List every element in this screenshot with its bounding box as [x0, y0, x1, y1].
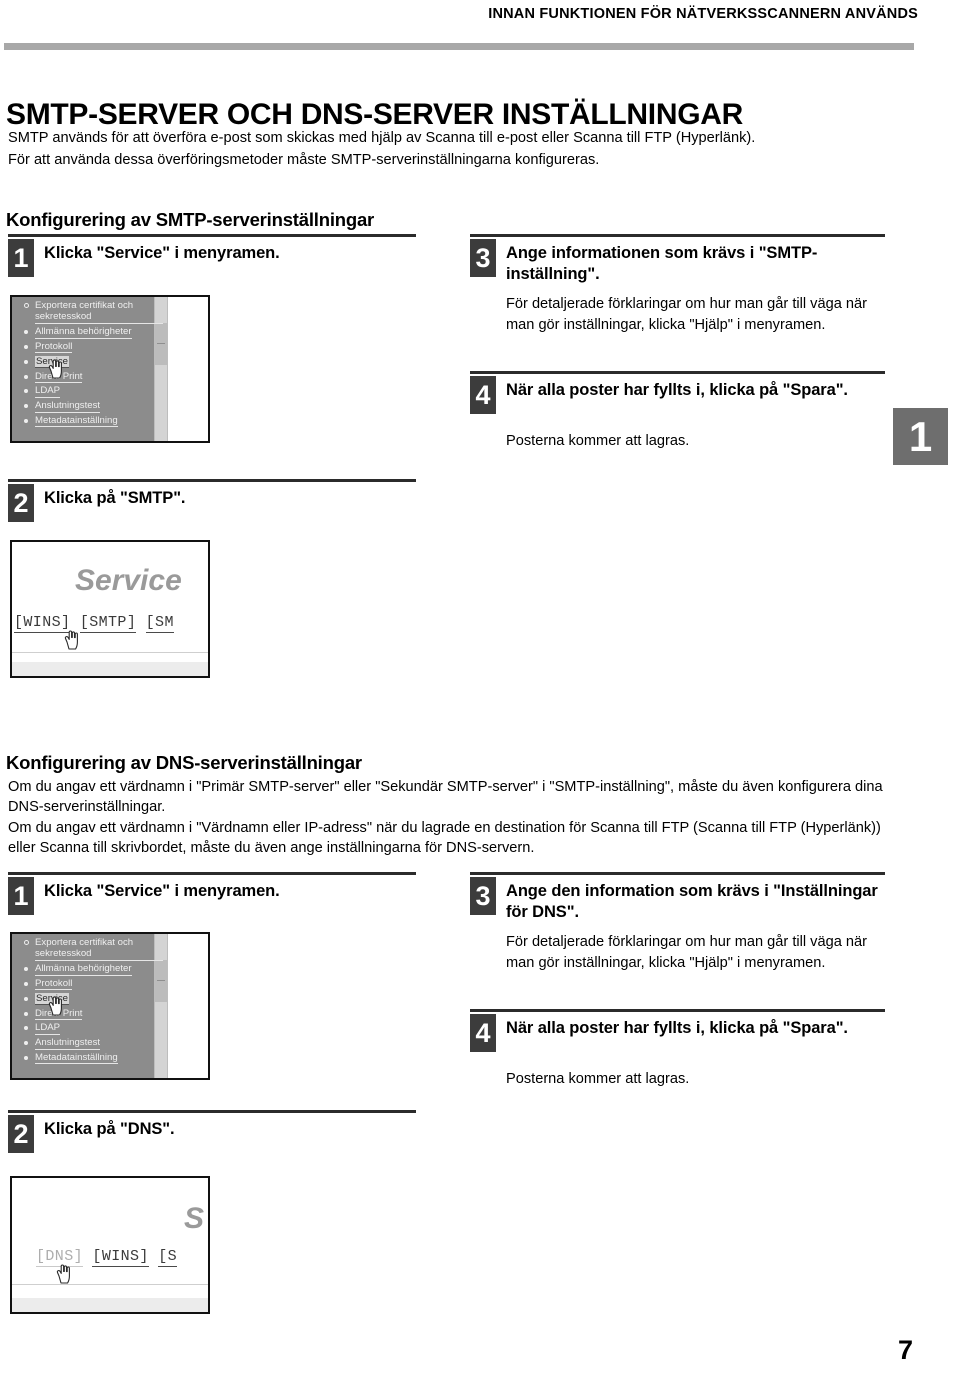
bullet-icon	[24, 359, 28, 364]
bullet-icon	[24, 940, 29, 945]
step-number-smtp-4: 4	[470, 376, 496, 414]
chapter-thumb-tab: 1	[893, 408, 948, 465]
menu-item-ldap[interactable]: LDAP	[18, 1022, 158, 1035]
step-title-smtp-4: När alla poster har fyllts i, klicka på …	[506, 381, 848, 399]
step-title-smtp-1: Klicka "Service" i menyramen.	[44, 244, 280, 262]
dns-paragraph-2: Om du angav ett värdnamn i "Värdnamn ell…	[8, 820, 881, 856]
bullet-icon	[24, 374, 28, 379]
bullet-icon	[24, 1026, 28, 1031]
menu-item-ldap[interactable]: LDAP	[18, 385, 158, 398]
bullet-icon	[24, 1055, 28, 1060]
menu-item-export-certificate[interactable]: Exportera certifikat och sekretesskod	[18, 937, 163, 961]
tab-s-truncated[interactable]: [S	[158, 1248, 178, 1267]
page-number: 7	[898, 1335, 914, 1365]
step-title-smtp-3: Ange informationen som krävs i "SMTP-ins…	[506, 244, 818, 283]
service-tabbar-screenshot-smtp: Service [WINS] [SMTP] [SM	[10, 540, 210, 678]
intro-line-2: För att använda dessa överföringsmetoder…	[8, 152, 600, 168]
smtp-section-heading: Konfigurering av SMTP-serverinställninga…	[6, 209, 375, 231]
menu-item-direct-print[interactable]: Direkt Print	[18, 1008, 158, 1020]
bullet-icon	[24, 303, 29, 308]
step-body-dns-4: Posterna kommer att lagras.	[506, 1071, 690, 1087]
step-number-smtp-2: 2	[8, 484, 34, 522]
tab-wins[interactable]: [WINS]	[14, 614, 71, 633]
running-header-title: INNAN FUNKTIONEN FÖR NÄTVERKSSCANNERN AN…	[488, 6, 918, 22]
tab-sn-truncated[interactable]: [SM	[145, 614, 174, 633]
menu-content-pane	[167, 934, 208, 1078]
step-rule-smtp-4	[470, 371, 885, 374]
menu-link-list: Exportera certifikat och sekretesskod Al…	[18, 300, 163, 430]
menu-item-export-certificate[interactable]: Exportera certifikat och sekretesskod	[18, 300, 163, 324]
menu-item-connection-test[interactable]: Anslutningstest	[18, 1037, 158, 1050]
step-number-dns-4: 4	[470, 1014, 496, 1052]
hand-cursor-icon	[48, 996, 64, 1016]
menu-item-protocol[interactable]: Protokoll	[18, 341, 158, 354]
service-tab-row: [WINS] [SMTP] [SM	[14, 614, 174, 633]
step-rule-dns-1	[8, 872, 416, 875]
footer-band	[12, 1298, 208, 1312]
hand-cursor-icon	[56, 1264, 72, 1284]
divider-line	[12, 1284, 208, 1285]
menu-item-general-permissions[interactable]: Allmänna behörigheter	[18, 963, 158, 976]
menu-frame-screenshot-smtp: Exportera certifikat och sekretesskod Al…	[10, 295, 210, 443]
menu-item-service[interactable]: Service	[18, 992, 158, 1006]
page-title: SMTP-SERVER OCH DNS-SERVER INSTÄLLNINGAR	[6, 98, 743, 132]
step-rule-smtp-3	[470, 234, 885, 237]
service-tabbar-screenshot-dns: S [DNS] [WINS] [S	[10, 1176, 210, 1314]
bullet-icon	[24, 389, 28, 394]
step-title-dns-1: Klicka "Service" i menyramen.	[44, 882, 280, 900]
step-title-dns-2: Klicka på "DNS".	[44, 1120, 175, 1138]
menu-frame-screenshot-dns: Exportera certifikat och sekretesskod Al…	[10, 932, 210, 1080]
menu-item-direct-print[interactable]: Direkt Print	[18, 371, 158, 383]
divider-line	[12, 652, 208, 653]
menu-content-pane	[167, 297, 208, 441]
menu-item-general-permissions[interactable]: Allmänna behörigheter	[18, 326, 158, 339]
bullet-icon	[24, 418, 28, 423]
service-title-word: Service	[75, 564, 182, 597]
bullet-icon	[24, 1011, 28, 1016]
step-number-smtp-3: 3	[470, 239, 496, 277]
step-rule-dns-3	[470, 872, 885, 875]
step-rule-dns-2	[8, 1110, 416, 1113]
step-title-dns-4: När alla poster har fyllts i, klicka på …	[506, 1019, 848, 1037]
step-body-smtp-3: För detaljerade förklaringar om hur man …	[506, 296, 867, 333]
step-title-smtp-2: Klicka på "SMTP".	[44, 489, 186, 507]
intro-line-1: SMTP används för att överföra e-post som…	[8, 130, 756, 146]
step-number-dns-1: 1	[8, 877, 34, 915]
step-rule-dns-4	[470, 1009, 885, 1012]
tab-smtp[interactable]: [SMTP]	[79, 614, 137, 633]
dns-paragraph-1: Om du angav ett värdnamn i "Primär SMTP-…	[8, 779, 883, 815]
bullet-icon	[24, 404, 28, 409]
bullet-icon	[24, 982, 28, 986]
bullet-icon	[24, 996, 28, 1001]
service-title-word: S	[184, 1202, 205, 1235]
menu-item-connection-test[interactable]: Anslutningstest	[18, 400, 158, 413]
step-title-dns-3: Ange den information som krävs i "Instäl…	[506, 882, 878, 921]
menu-item-protocol[interactable]: Protokoll	[18, 978, 158, 991]
hand-cursor-icon	[64, 630, 80, 650]
bullet-icon	[24, 1041, 28, 1046]
dns-section-heading: Konfigurering av DNS-serverinställningar	[6, 752, 362, 774]
service-tab-row: [DNS] [WINS] [S	[36, 1248, 178, 1267]
step-rule-smtp-2	[8, 479, 416, 482]
footer-band	[12, 662, 208, 676]
menu-item-metadata-setting[interactable]: Metadatainställning	[18, 1052, 158, 1065]
hand-cursor-icon	[48, 359, 64, 379]
menu-item-service[interactable]: Service	[18, 355, 158, 369]
step-body-dns-3: För detaljerade förklaringar om hur man …	[506, 934, 867, 971]
bullet-icon	[24, 330, 28, 335]
tab-wins[interactable]: [WINS]	[92, 1248, 149, 1267]
header-rule	[4, 43, 914, 50]
bullet-icon	[24, 967, 28, 972]
step-number-dns-2: 2	[8, 1115, 34, 1153]
bullet-icon	[24, 345, 28, 349]
menu-link-list: Exportera certifikat och sekretesskod Al…	[18, 937, 163, 1067]
step-number-smtp-1: 1	[8, 239, 34, 277]
menu-item-metadata-setting[interactable]: Metadatainställning	[18, 415, 158, 428]
step-body-smtp-4: Posterna kommer att lagras.	[506, 433, 690, 449]
step-rule-smtp-1	[8, 234, 416, 237]
step-number-dns-3: 3	[470, 877, 496, 915]
